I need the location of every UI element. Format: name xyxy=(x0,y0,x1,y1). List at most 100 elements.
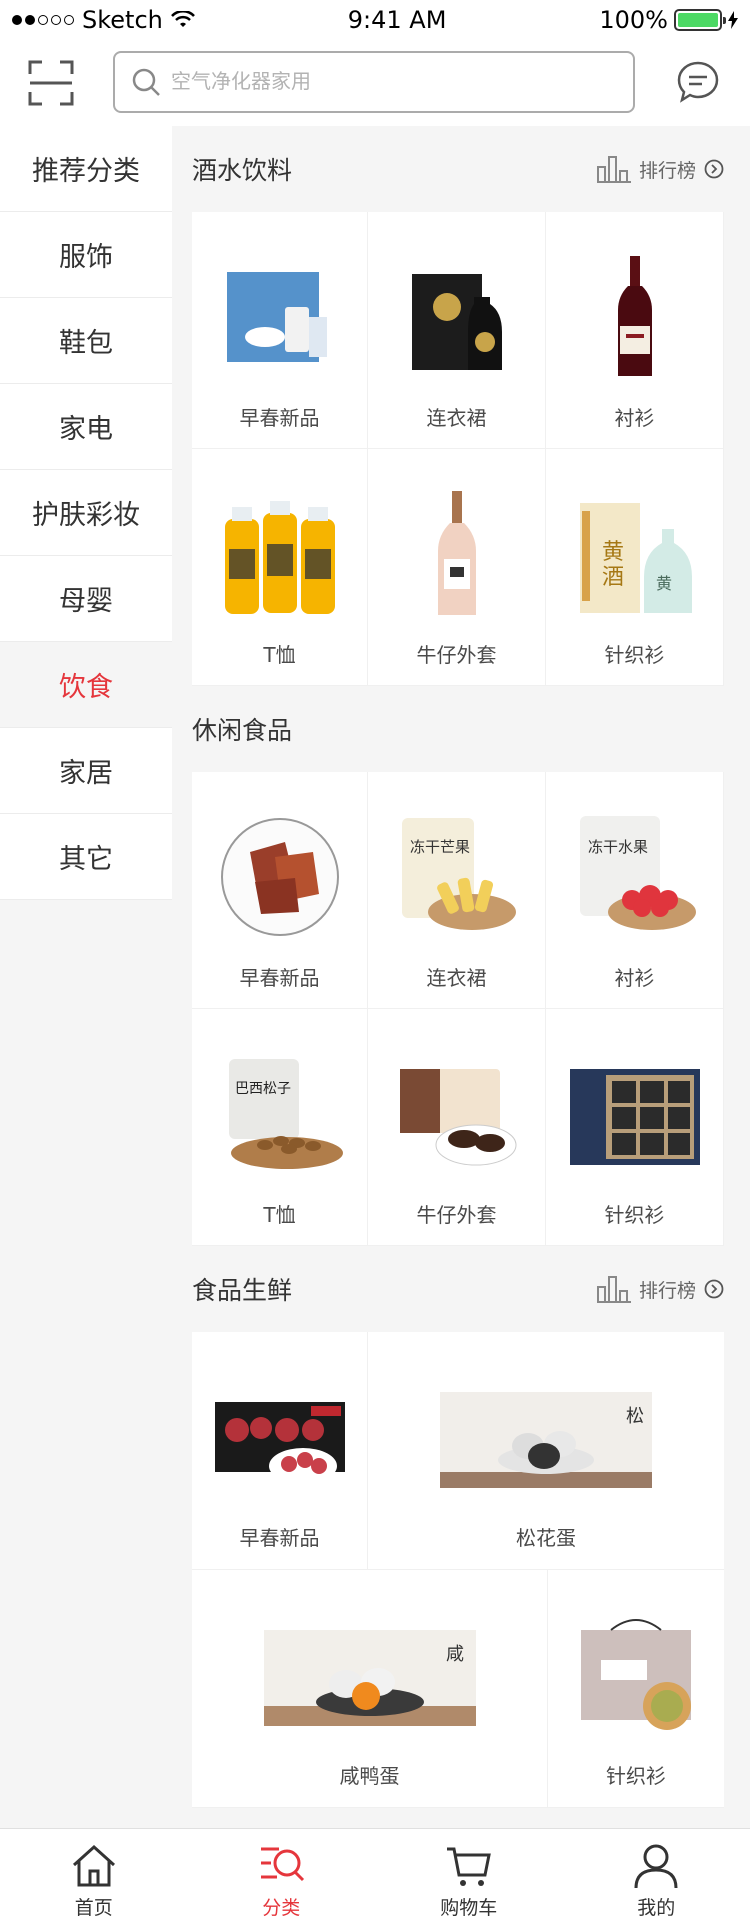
svg-text:冻干芒果: 冻干芒果 xyxy=(410,838,470,856)
meat-pie-image xyxy=(581,1619,691,1730)
product-item[interactable]: 牛仔外套 xyxy=(368,449,546,686)
sidebar-item-baby[interactable]: 母婴 xyxy=(0,556,172,642)
sausage-image xyxy=(214,1402,345,1484)
home-icon xyxy=(72,1844,115,1887)
signal-dots-icon xyxy=(12,15,74,25)
svg-text:黄: 黄 xyxy=(656,574,672,593)
ranking-link[interactable]: 排行榜 xyxy=(596,1275,724,1303)
product-item[interactable]: 松 松花蛋 xyxy=(368,1332,724,1569)
product-label: 衬衫 xyxy=(614,966,655,990)
section-title: 食品生鲜 xyxy=(192,1276,293,1305)
product-label: 咸鸭蛋 xyxy=(339,1764,400,1788)
wine-bottle-image xyxy=(617,256,652,376)
tab-bar: 首页 分类 购物车 我的 xyxy=(0,1828,750,1930)
section-title: 休闲食品 xyxy=(192,716,293,745)
chocolate-pie-image xyxy=(399,1069,516,1166)
user-icon xyxy=(634,1844,678,1889)
product-item[interactable]: 冻干芒果 连衣裙 xyxy=(368,772,546,1009)
tab-label: 分类 xyxy=(262,1897,301,1919)
sidebar-item-home[interactable]: 家居 xyxy=(0,728,172,814)
product-grid: 早春新品 连衣裙 衬衫 T恤 牛仔外套 黄 酒 黄 针织衫 xyxy=(192,212,724,686)
product-item[interactable]: 连衣裙 xyxy=(368,212,546,449)
product-label: 连衣裙 xyxy=(426,966,487,990)
product-label: 牛仔外套 xyxy=(416,643,497,667)
preserved-egg-image: 松 xyxy=(440,1392,652,1488)
product-row: 早春新品 松 松花蛋 xyxy=(192,1332,724,1570)
category-icon xyxy=(261,1847,305,1882)
product-item[interactable]: T恤 xyxy=(192,449,368,686)
milk-box-image xyxy=(226,272,327,362)
jerky-plate-image xyxy=(220,818,339,936)
wifi-icon xyxy=(170,11,195,27)
category-content: 酒水饮料 排行榜 早春新品 连衣裙 衬衫 T恤 牛仔外套 黄 酒 黄 针织衫 休… xyxy=(192,126,724,1808)
svg-text:咸: 咸 xyxy=(446,1644,464,1665)
tab-mine[interactable]: 我的 xyxy=(563,1829,750,1930)
search-box[interactable] xyxy=(113,51,635,113)
sidebar-item-shoes-bags[interactable]: 鞋包 xyxy=(0,298,172,384)
juice-bottles-image xyxy=(224,501,335,614)
gift-box-image xyxy=(569,1069,700,1165)
scan-icon[interactable] xyxy=(28,60,74,106)
bar-chart-icon xyxy=(596,1276,631,1303)
header xyxy=(0,40,750,126)
chevron-right-circle-icon xyxy=(704,1279,724,1299)
product-item[interactable]: 黄酒 黄 针织衫 xyxy=(546,449,724,686)
section-header: 休闲食品 xyxy=(192,686,724,772)
product-label: T恤 xyxy=(263,643,296,667)
tab-home[interactable]: 首页 xyxy=(0,1829,188,1930)
battery-percent: 100% xyxy=(599,6,668,34)
product-label: 针织衫 xyxy=(606,1764,666,1788)
product-label: 针织衫 xyxy=(604,1203,665,1227)
product-item[interactable]: 衬衫 xyxy=(546,212,724,449)
product-item[interactable]: 针织衫 xyxy=(546,1009,724,1246)
product-label: 早春新品 xyxy=(239,406,320,430)
section-header: 酒水饮料 排行榜 xyxy=(192,126,724,212)
mango-snack-image: 冻干芒果 xyxy=(401,818,516,930)
product-item[interactable]: 巴西松子 T恤 xyxy=(192,1009,368,1246)
product-item[interactable]: 冻干水果 衬衫 xyxy=(546,772,724,1009)
product-item[interactable]: 早春新品 xyxy=(192,212,368,449)
tab-label: 我的 xyxy=(637,1897,676,1919)
tab-label: 购物车 xyxy=(440,1897,498,1919)
sidebar-item-recommended[interactable]: 推荐分类 xyxy=(0,126,172,212)
sidebar-item-appliances[interactable]: 家电 xyxy=(0,384,172,470)
salted-egg-image: 咸 xyxy=(263,1630,476,1726)
section-header: 食品生鲜 排行榜 xyxy=(192,1246,724,1332)
sidebar-item-beauty[interactable]: 护肤彩妆 xyxy=(0,470,172,556)
status-bar: Sketch 9:41 AM 100% xyxy=(0,0,750,40)
svg-text:巴西松子: 巴西松子 xyxy=(235,1081,291,1097)
tab-label: 首页 xyxy=(74,1897,113,1919)
yellow-wine-image: 黄酒 黄 xyxy=(579,503,692,613)
chevron-right-circle-icon xyxy=(704,159,724,179)
tab-cart[interactable]: 购物车 xyxy=(375,1829,563,1930)
search-input[interactable] xyxy=(171,70,591,94)
product-label: 早春新品 xyxy=(239,966,320,990)
strawberry-snack-image: 冻干水果 xyxy=(579,816,696,930)
product-label: T恤 xyxy=(263,1203,296,1227)
product-row: 咸 咸鸭蛋 针织衫 xyxy=(192,1570,724,1808)
tab-category[interactable]: 分类 xyxy=(188,1829,376,1930)
sidebar-item-food[interactable]: 饮食 xyxy=(0,642,172,728)
bar-chart-icon xyxy=(596,156,631,183)
ranking-link[interactable]: 排行榜 xyxy=(596,155,724,183)
message-icon[interactable] xyxy=(676,60,720,104)
product-item[interactable]: 针织衫 xyxy=(548,1570,724,1807)
battery-icon xyxy=(673,9,726,31)
product-item[interactable]: 早春新品 xyxy=(192,1332,368,1569)
rose-wine-image xyxy=(437,491,476,615)
product-label: 连衣裙 xyxy=(426,406,487,430)
product-item[interactable]: 牛仔外套 xyxy=(368,1009,546,1246)
product-label: 针织衫 xyxy=(604,643,665,667)
svg-text:酒: 酒 xyxy=(602,565,624,590)
status-right: 100% xyxy=(599,6,738,34)
svg-text:冻干水果: 冻干水果 xyxy=(588,838,648,856)
product-label: 早春新品 xyxy=(239,1526,320,1550)
product-label: 松花蛋 xyxy=(516,1526,576,1550)
clock: 9:41 AM xyxy=(347,6,447,34)
sidebar-item-clothing[interactable]: 服饰 xyxy=(0,212,172,298)
section-title: 酒水饮料 xyxy=(192,156,293,185)
product-item[interactable]: 早春新品 xyxy=(192,772,368,1009)
product-item[interactable]: 咸 咸鸭蛋 xyxy=(192,1570,548,1807)
sidebar-item-other[interactable]: 其它 xyxy=(0,814,172,900)
product-grid-wide: 早春新品 松 松花蛋 咸 咸鸭蛋 针织衫 xyxy=(192,1332,724,1808)
